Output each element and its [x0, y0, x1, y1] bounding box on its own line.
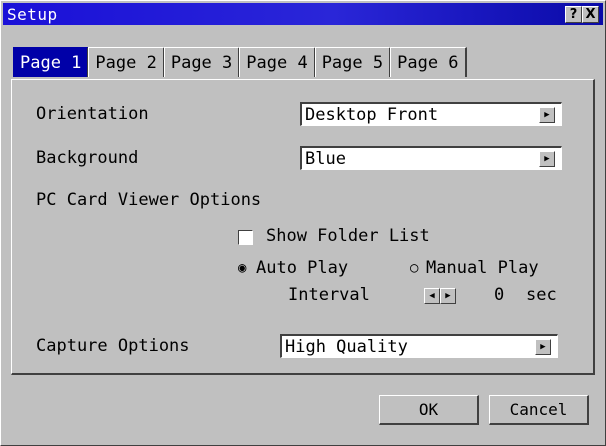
interval-decrease-icon[interactable]: ◀ — [424, 288, 440, 304]
capture-options-dropdown[interactable]: High Quality ▶ — [280, 334, 558, 358]
manual-play-radio-icon[interactable]: ○ — [410, 260, 418, 276]
tab-page-6[interactable]: Page 6 — [390, 47, 467, 77]
window-title: Setup — [7, 5, 58, 24]
tab-panel: Orientation Desktop Front ▶ Background B… — [11, 79, 595, 375]
show-folder-list-label[interactable]: Show Folder List — [266, 226, 430, 246]
cancel-button[interactable]: Cancel — [489, 395, 589, 425]
interval-increase-icon[interactable]: ▶ — [440, 288, 456, 304]
background-dropdown[interactable]: Blue ▶ — [300, 146, 562, 170]
capture-options-label: Capture Options — [36, 336, 190, 356]
setup-dialog: Setup ? X Page 1 Page 2 Page 3 Page 4 Pa… — [0, 0, 606, 446]
tab-page-3[interactable]: Page 3 — [163, 47, 241, 77]
close-icon[interactable]: X — [582, 6, 599, 23]
dropdown-arrow-icon[interactable]: ▶ — [539, 151, 555, 167]
orientation-dropdown[interactable]: Desktop Front ▶ — [300, 102, 562, 126]
auto-play-radio-icon[interactable]: ◉ — [238, 260, 246, 276]
background-label: Background — [36, 148, 139, 168]
manual-play-label[interactable]: Manual Play — [426, 258, 539, 278]
help-icon[interactable]: ? — [565, 6, 582, 23]
pc-card-section-label: PC Card Viewer Options — [36, 190, 262, 210]
interval-label: Interval — [288, 285, 370, 305]
tab-page-1[interactable]: Page 1 — [13, 47, 90, 77]
tab-page-2[interactable]: Page 2 — [88, 47, 165, 77]
tab-strip: Page 1 Page 2 Page 3 Page 4 Page 5 Page … — [13, 47, 467, 79]
capture-options-value: High Quality — [285, 337, 408, 357]
tab-page-5[interactable]: Page 5 — [314, 47, 392, 77]
background-value: Blue — [305, 149, 346, 169]
dropdown-arrow-icon[interactable]: ▶ — [539, 107, 555, 123]
interval-unit: sec — [526, 285, 557, 305]
orientation-value: Desktop Front — [305, 105, 439, 125]
auto-play-label[interactable]: Auto Play — [256, 258, 348, 278]
dropdown-arrow-icon[interactable]: ▶ — [535, 339, 551, 355]
show-folder-list-checkbox[interactable] — [238, 230, 253, 245]
interval-value: 0 — [494, 285, 505, 305]
ok-button[interactable]: OK — [379, 395, 479, 425]
orientation-label: Orientation — [36, 104, 149, 124]
title-bar[interactable]: Setup ? X — [3, 3, 603, 25]
tab-page-4[interactable]: Page 4 — [239, 47, 316, 77]
